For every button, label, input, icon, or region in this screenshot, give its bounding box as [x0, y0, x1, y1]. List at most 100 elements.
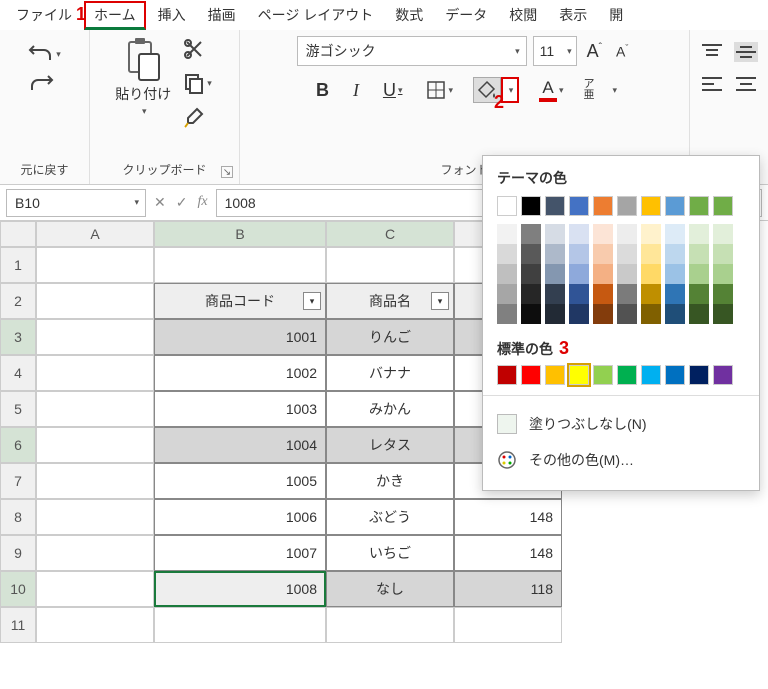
color-swatch[interactable] — [689, 365, 709, 385]
cell[interactable]: 1007 — [154, 535, 326, 571]
color-swatch[interactable] — [569, 224, 589, 244]
color-swatch[interactable] — [497, 196, 517, 216]
cell[interactable]: なし — [326, 571, 454, 607]
color-swatch[interactable] — [521, 196, 541, 216]
cell[interactable]: 148 — [454, 535, 562, 571]
color-swatch[interactable] — [521, 304, 541, 324]
color-swatch[interactable] — [641, 284, 661, 304]
dialog-launcher-clipboard[interactable]: ↘ — [221, 166, 233, 178]
color-swatch[interactable] — [593, 284, 613, 304]
color-swatch[interactable] — [497, 365, 517, 385]
color-swatch[interactable] — [665, 304, 685, 324]
cell[interactable] — [36, 499, 154, 535]
color-swatch[interactable] — [713, 196, 733, 216]
insert-function-button[interactable]: fx — [197, 194, 207, 211]
color-swatch[interactable] — [713, 284, 733, 304]
color-swatch[interactable] — [521, 365, 541, 385]
color-swatch[interactable] — [665, 365, 685, 385]
color-swatch[interactable] — [593, 264, 613, 284]
menu-file[interactable]: ファイル — [6, 1, 82, 29]
menu-data[interactable]: データ — [435, 1, 497, 29]
cell[interactable]: りんご — [326, 319, 454, 355]
increase-font-size-button[interactable]: Aˆ — [583, 41, 606, 62]
color-swatch[interactable] — [569, 264, 589, 284]
cell[interactable]: 1005 — [154, 463, 326, 499]
color-swatch[interactable] — [545, 304, 565, 324]
font-color-button[interactable]: A ▾ — [535, 76, 568, 104]
cell[interactable]: 商品コード▾ — [154, 283, 326, 319]
color-swatch[interactable] — [689, 196, 709, 216]
format-painter-button[interactable] — [181, 104, 214, 130]
cell[interactable]: 1002 — [154, 355, 326, 391]
color-swatch[interactable] — [713, 244, 733, 264]
chevron-down-icon[interactable]: ▾ — [142, 106, 147, 117]
color-swatch[interactable] — [569, 196, 589, 216]
color-swatch[interactable] — [617, 244, 637, 264]
color-swatch[interactable] — [545, 284, 565, 304]
color-swatch[interactable] — [713, 365, 733, 385]
align-middle-button[interactable] — [734, 42, 758, 62]
italic-button[interactable]: I — [349, 78, 363, 103]
menu-open[interactable]: 開 — [599, 1, 633, 29]
cell[interactable]: 1001 — [154, 319, 326, 355]
color-swatch[interactable] — [497, 224, 517, 244]
color-swatch[interactable] — [617, 196, 637, 216]
color-swatch[interactable] — [689, 304, 709, 324]
align-center-button[interactable] — [734, 74, 758, 94]
cell[interactable] — [36, 247, 154, 283]
cell[interactable]: 1006 — [154, 499, 326, 535]
borders-button[interactable]: ▾ — [422, 78, 457, 102]
chevron-down-icon[interactable]: ▾ — [613, 85, 618, 96]
menu-layout[interactable]: ページ レイアウト — [248, 1, 384, 29]
menu-formula[interactable]: 数式 — [385, 1, 433, 29]
cell[interactable] — [36, 463, 154, 499]
color-swatch[interactable] — [617, 304, 637, 324]
color-swatch[interactable] — [593, 196, 613, 216]
color-swatch[interactable] — [665, 264, 685, 284]
color-swatch[interactable] — [617, 284, 637, 304]
cell[interactable]: いちご — [326, 535, 454, 571]
menu-home[interactable]: ホーム — [84, 1, 146, 30]
color-swatch[interactable] — [641, 196, 661, 216]
cell[interactable]: みかん — [326, 391, 454, 427]
row-header[interactable]: 7 — [0, 463, 36, 499]
cut-button[interactable] — [181, 36, 214, 62]
row-header[interactable]: 8 — [0, 499, 36, 535]
color-swatch[interactable] — [545, 224, 565, 244]
menu-insert[interactable]: 挿入 — [148, 1, 196, 29]
cell[interactable]: 118 — [454, 571, 562, 607]
decrease-font-size-button[interactable]: Aˇ — [612, 43, 632, 60]
row-header[interactable]: 11 — [0, 607, 36, 643]
color-swatch[interactable] — [497, 264, 517, 284]
row-header[interactable]: 3 — [0, 319, 36, 355]
name-box[interactable]: B10 ▾ — [6, 189, 146, 217]
col-header-A[interactable]: A — [36, 221, 154, 247]
row-header[interactable]: 2 — [0, 283, 36, 319]
cell[interactable] — [36, 283, 154, 319]
color-swatch[interactable] — [593, 224, 613, 244]
cell[interactable] — [36, 571, 154, 607]
cell[interactable] — [326, 247, 454, 283]
color-swatch[interactable] — [521, 264, 541, 284]
color-swatch[interactable] — [641, 264, 661, 284]
cell[interactable]: バナナ — [326, 355, 454, 391]
menu-draw[interactable]: 描画 — [198, 1, 246, 29]
cell[interactable] — [36, 391, 154, 427]
underline-button[interactable]: U▾ — [379, 78, 407, 103]
color-swatch[interactable] — [689, 264, 709, 284]
color-swatch[interactable] — [617, 224, 637, 244]
menu-review[interactable]: 校閲 — [499, 1, 547, 29]
row-header[interactable]: 1 — [0, 247, 36, 283]
color-swatch[interactable] — [665, 284, 685, 304]
color-swatch[interactable] — [641, 365, 661, 385]
color-swatch[interactable] — [569, 244, 589, 264]
cell[interactable]: かき — [326, 463, 454, 499]
color-swatch[interactable] — [593, 365, 613, 385]
color-swatch[interactable] — [521, 284, 541, 304]
cell[interactable] — [36, 319, 154, 355]
color-swatch[interactable] — [545, 244, 565, 264]
color-swatch[interactable] — [497, 244, 517, 264]
color-swatch[interactable] — [521, 244, 541, 264]
cell[interactable]: ぶどう — [326, 499, 454, 535]
col-header-B[interactable]: B — [154, 221, 326, 247]
